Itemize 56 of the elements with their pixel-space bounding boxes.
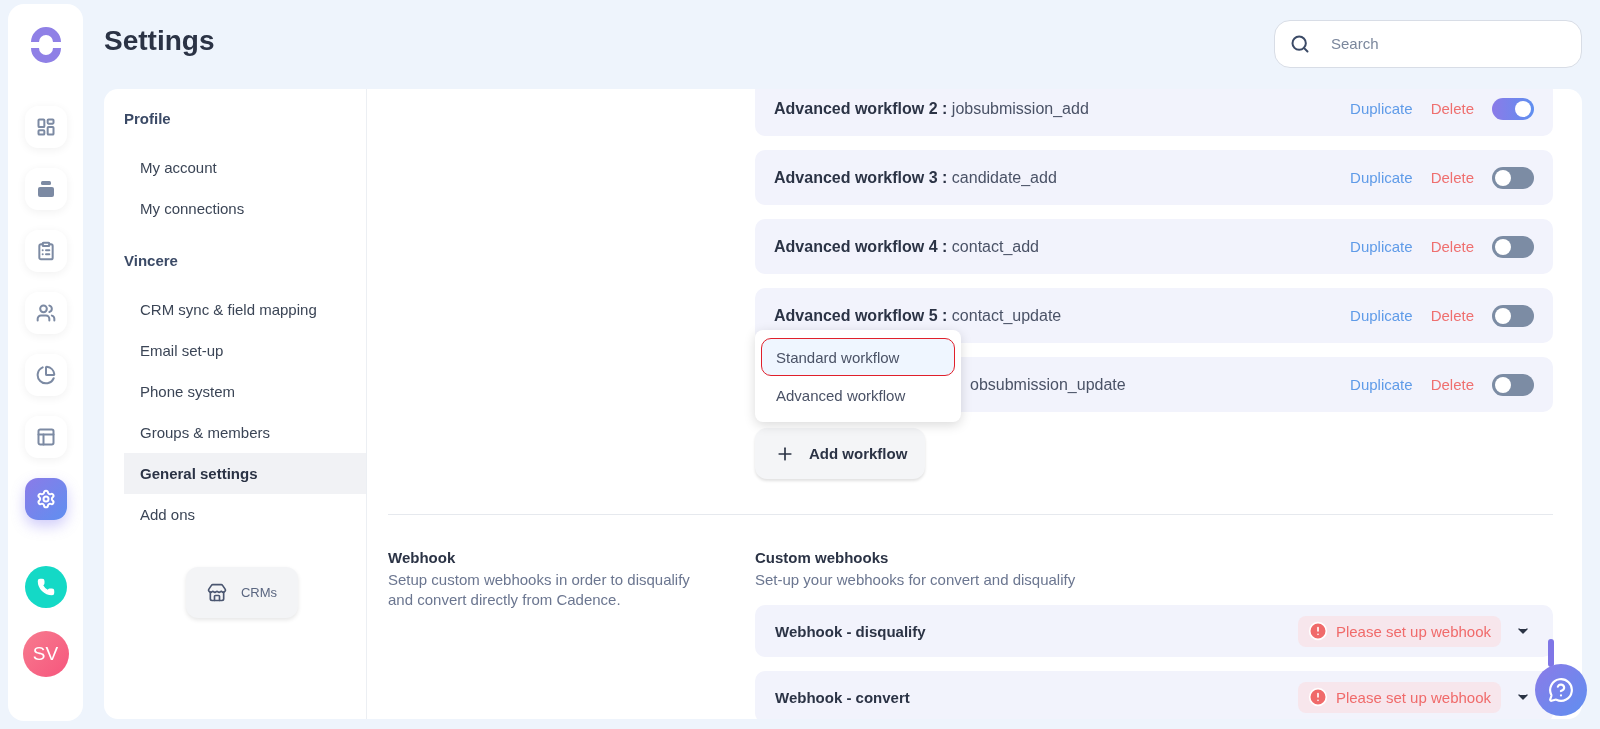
webhook-name: Webhook - disqualify [775, 622, 927, 640]
alert-icon [1307, 621, 1328, 641]
nav-button[interactable] [24, 354, 67, 396]
nav-button[interactable] [24, 416, 67, 458]
menu-item[interactable]: Advanced workflow [761, 376, 955, 414]
store-icon [206, 582, 227, 603]
sidebar-item[interactable]: My connections [124, 188, 366, 229]
nav-button[interactable] [24, 230, 67, 272]
pie-chart-icon [35, 365, 56, 385]
people-icon [35, 303, 56, 323]
workflow-toggle[interactable] [1492, 304, 1534, 327]
sidebar-item[interactable]: Email set-up [124, 330, 366, 371]
settings-icon [35, 489, 56, 509]
workflow-name: Advanced workflow 4 : contact_add [774, 237, 1040, 256]
nav-button[interactable] [24, 106, 67, 148]
nav-button[interactable] [24, 292, 67, 334]
crms-button[interactable]: CRMs [186, 567, 298, 618]
help-icon [1548, 677, 1574, 703]
nav-button[interactable] [24, 478, 67, 520]
workflow-name: Advanced workflow 5 : contact_update [774, 306, 1063, 325]
page-title: Settings [104, 24, 215, 57]
webhook-name: Webhook - convert [775, 688, 911, 706]
menu-item[interactable]: Standard workflow [761, 338, 955, 376]
phone-button[interactable] [24, 566, 67, 608]
webhook-status: Please set up webhook [1297, 615, 1501, 647]
sidebar-item[interactable]: Add ons [124, 494, 366, 535]
webhook-status: Please set up webhook [1297, 681, 1501, 713]
nav-button[interactable] [24, 168, 67, 210]
section-subheading: Set-up your webhooks for convert and disqualify [755, 570, 1077, 590]
sidebar-group-title: Profile [124, 109, 172, 129]
user-avatar[interactable]: SV [22, 631, 69, 677]
dashboard-icon [35, 117, 56, 137]
layout-icon [35, 427, 56, 447]
tray-icon [35, 181, 56, 197]
workflow-name: Advanced workflow 2 : jobsubmission_add [774, 99, 1090, 118]
section-title: Webhook [388, 549, 457, 566]
workflow-name: Advanced workflow 3 : candidate_add [774, 168, 1058, 187]
workflow-name: obsubmission_update [969, 375, 1127, 394]
search-icon [1290, 33, 1310, 54]
section-description: Setup custom webhooks in order to disqualify and convert directly from Cadence. [388, 570, 691, 610]
alert-icon [1307, 687, 1328, 707]
sidebar-item[interactable]: Phone system [124, 371, 366, 412]
workflow-toggle[interactable] [1492, 373, 1534, 396]
sidebar-item[interactable]: Groups & members [124, 412, 366, 453]
clipboard-icon [35, 241, 56, 261]
workflow-toggle[interactable] [1492, 235, 1534, 258]
add-workflow-button[interactable]: Add workflow [755, 428, 925, 479]
sidebar-item[interactable]: My account [124, 147, 366, 188]
workflow-toggle[interactable] [1492, 97, 1534, 120]
phone-icon [36, 578, 55, 596]
workflow-toggle[interactable] [1492, 166, 1534, 189]
section-heading: Custom webhooks [755, 549, 890, 566]
search-field[interactable]: Search [1274, 19, 1582, 68]
sidebar-item[interactable]: CRM sync & field mapping [124, 289, 366, 330]
sidebar-item[interactable]: General settings [124, 453, 366, 494]
sidebar-group-title: Vincere [124, 251, 179, 271]
